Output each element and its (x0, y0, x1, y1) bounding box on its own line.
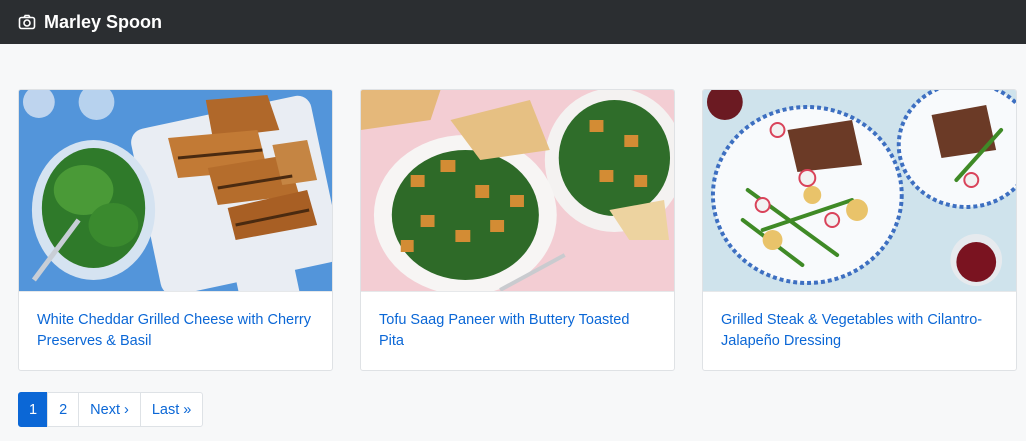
recipe-title-link[interactable]: White Cheddar Grilled Cheese with Cherry… (37, 310, 314, 352)
next-page-button[interactable]: Next › (78, 392, 141, 427)
recipe-card-grid: White Cheddar Grilled Cheese with Cherry… (18, 89, 1026, 371)
recipe-image-grilled-cheese[interactable] (19, 90, 332, 292)
last-page-button[interactable]: Last » (139, 392, 204, 427)
brand-name: Marley Spoon (44, 11, 163, 32)
camera-icon (18, 13, 36, 31)
recipe-card: Grilled Steak & Vegetables with Cilantro… (702, 89, 1017, 371)
brand-link[interactable]: Marley Spoon (18, 12, 162, 33)
page-1-button[interactable]: 1 (18, 392, 49, 427)
recipe-title-link[interactable]: Tofu Saag Paneer with Buttery Toasted Pi… (379, 310, 656, 352)
pagination: 1 2 Next › Last » (18, 392, 204, 427)
recipe-image-steak-vegetables[interactable] (703, 90, 1016, 292)
recipe-image-saag-paneer[interactable] (361, 90, 674, 292)
recipe-card: White Cheddar Grilled Cheese with Cherry… (18, 89, 333, 371)
recipe-title-link[interactable]: Grilled Steak & Vegetables with Cilantro… (721, 310, 998, 352)
page-2-button[interactable]: 2 (47, 392, 80, 427)
recipe-card: Tofu Saag Paneer with Buttery Toasted Pi… (360, 89, 675, 371)
top-navbar: Marley Spoon (0, 0, 1026, 44)
